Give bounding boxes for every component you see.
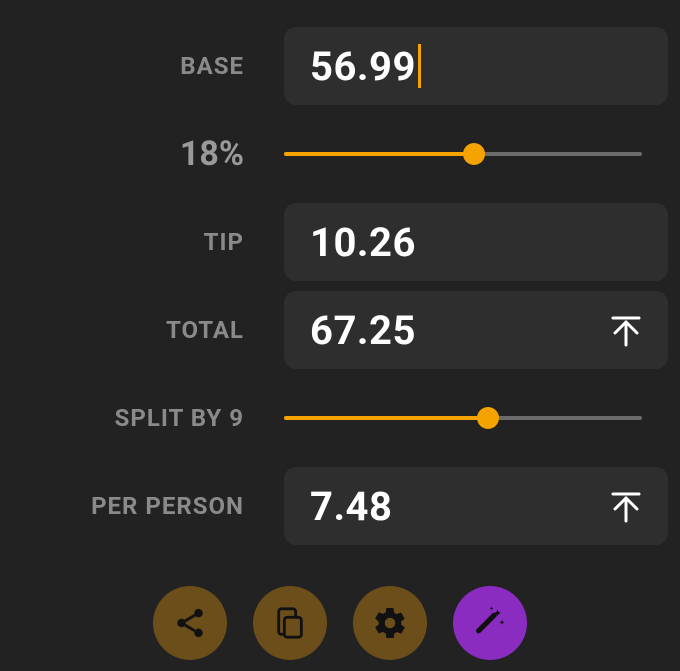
split-value-col: [284, 406, 668, 430]
total-label-col: TOTAL: [12, 316, 284, 344]
tip-calculator-app: BASE 56.99 18% TIP: [0, 0, 680, 660]
split-row: SPLIT BY 9: [12, 376, 668, 460]
share-icon: [173, 606, 207, 640]
per-person-display[interactable]: 7.48: [284, 467, 668, 545]
tip-percent-slider[interactable]: [284, 142, 668, 166]
total-value-col: 67.25: [284, 291, 668, 369]
total-value: 67.25: [310, 307, 416, 354]
per-person-label: PER PERSON: [91, 492, 244, 520]
tip-value: 10.26: [310, 219, 416, 266]
total-display[interactable]: 67.25: [284, 291, 668, 369]
base-row: BASE 56.99: [12, 24, 668, 108]
tip-percent-row: 18%: [12, 112, 668, 196]
slider-fill: [284, 416, 488, 420]
bottom-toolbar: [12, 586, 668, 660]
base-value: 56.99: [310, 43, 416, 90]
copy-icon: [273, 606, 307, 640]
per-person-label-col: PER PERSON: [12, 492, 284, 520]
tip-label: TIP: [204, 228, 244, 256]
slider-thumb[interactable]: [463, 143, 485, 165]
magic-wand-icon: [472, 605, 508, 641]
gear-icon: [372, 605, 408, 641]
share-button[interactable]: [153, 586, 227, 660]
tip-display[interactable]: 10.26: [284, 203, 668, 281]
slider-fill: [284, 152, 474, 156]
per-person-row: PER PERSON 7.48: [12, 464, 668, 548]
split-by-label: SPLIT BY 9: [115, 404, 244, 432]
round-up-total-button[interactable]: [602, 306, 650, 354]
per-person-value: 7.48: [310, 483, 392, 530]
round-up-per-person-button[interactable]: [602, 482, 650, 530]
round-up-icon: [609, 489, 643, 523]
base-input[interactable]: 56.99: [284, 27, 668, 105]
tip-row: TIP 10.26: [12, 200, 668, 284]
base-value-col: 56.99: [284, 27, 668, 105]
tip-percent-label: 18%: [180, 134, 244, 174]
total-row: TOTAL 67.25: [12, 288, 668, 372]
text-caret: [418, 44, 421, 88]
total-label: TOTAL: [166, 316, 244, 344]
tip-percent-label-col: 18%: [12, 134, 284, 174]
copy-button[interactable]: [253, 586, 327, 660]
tip-label-col: TIP: [12, 228, 284, 256]
round-up-icon: [609, 313, 643, 347]
tip-percent-value-col: [284, 142, 668, 166]
magic-button[interactable]: [453, 586, 527, 660]
slider-track: [284, 152, 642, 156]
split-slider[interactable]: [284, 406, 668, 430]
base-label: BASE: [180, 52, 244, 80]
settings-button[interactable]: [353, 586, 427, 660]
base-label-col: BASE: [12, 52, 284, 80]
split-label-col: SPLIT BY 9: [12, 404, 284, 432]
slider-track: [284, 416, 642, 420]
tip-value-col: 10.26: [284, 203, 668, 281]
slider-thumb[interactable]: [477, 407, 499, 429]
per-person-value-col: 7.48: [284, 467, 668, 545]
